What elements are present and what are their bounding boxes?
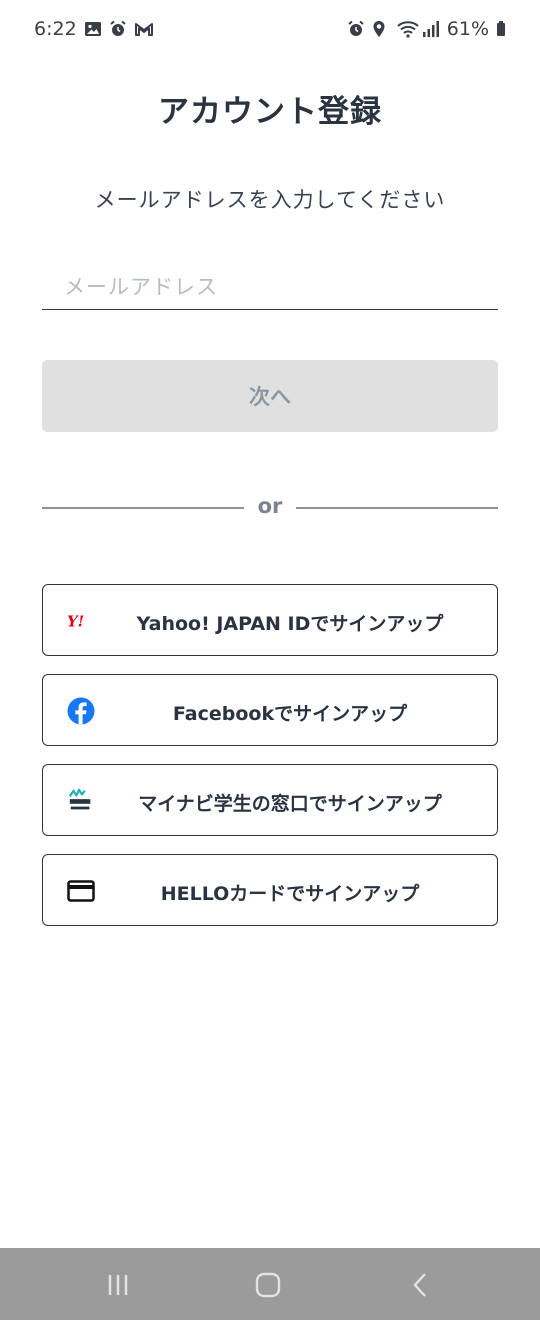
wifi-icon (397, 20, 419, 38)
facebook-signup-button[interactable]: Facebookでサインアップ (42, 674, 498, 746)
home-icon[interactable] (248, 1268, 288, 1302)
credit-card-icon (67, 877, 95, 905)
page-subtitle: メールアドレスを入力してください (94, 188, 446, 212)
image-icon (84, 20, 102, 38)
alarm-icon (109, 20, 127, 38)
mynavi-signup-button[interactable]: マイナビ学生の窓口でサインアップ (42, 764, 498, 836)
gmail-icon (134, 20, 153, 38)
svg-text:Y!: Y! (67, 613, 84, 631)
back-icon[interactable] (400, 1268, 440, 1302)
yahoo-japan-icon: Y! (67, 607, 95, 635)
email-input[interactable] (42, 264, 498, 310)
battery-percent: 61% (446, 18, 489, 40)
divider-line-right (296, 507, 498, 509)
facebook-signup-label: Facebookでサインアップ (172, 703, 408, 725)
status-bar: 6:22 61% (0, 0, 540, 60)
hello-card-signup-label: HELLOカードでサインアップ (160, 883, 420, 905)
facebook-icon (67, 697, 95, 725)
status-bar-right: 61% (347, 18, 506, 40)
location-icon (372, 20, 390, 38)
next-button[interactable]: 次へ (42, 360, 498, 432)
status-time: 6:22 (34, 18, 77, 40)
divider-label: or (257, 494, 283, 518)
alarm-icon (347, 20, 365, 38)
status-bar-left: 6:22 (34, 18, 153, 40)
yahoo-signup-button[interactable]: Y! Yahoo! JAPAN IDでサインアップ (42, 584, 498, 656)
battery-icon (496, 20, 506, 38)
mynavi-icon (67, 787, 95, 815)
yahoo-signup-label: Yahoo! JAPAN IDでサインアップ (136, 613, 444, 635)
or-divider: or (42, 494, 498, 522)
page-title: アカウント登録 (158, 94, 382, 130)
mynavi-signup-label: マイナビ学生の窓口でサインアップ (138, 793, 442, 815)
recent-apps-icon[interactable] (98, 1268, 138, 1302)
signal-icon (422, 20, 440, 38)
navigation-bar (0, 1248, 540, 1320)
hello-card-signup-button[interactable]: HELLOカードでサインアップ (42, 854, 498, 926)
